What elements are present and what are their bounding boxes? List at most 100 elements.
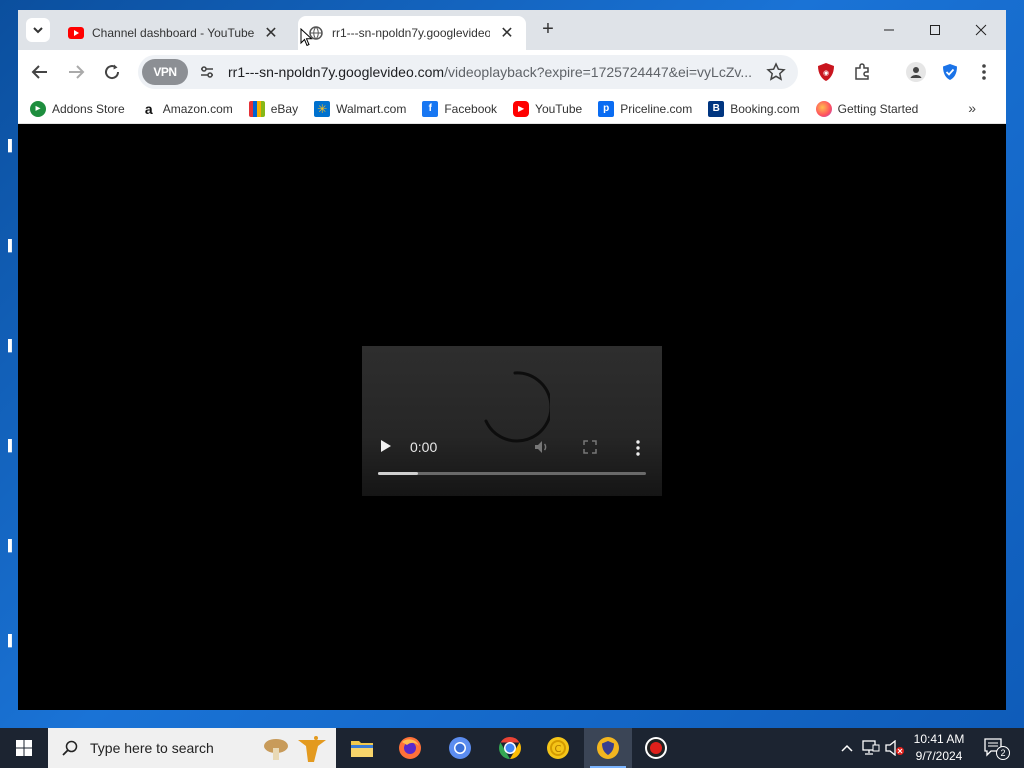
tab-youtube-studio[interactable]: Channel dashboard - YouTube Studio ✕ <box>58 16 290 50</box>
url-text[interactable]: rr1---sn-npoldn7y.googlevideo.com/videop… <box>228 64 758 80</box>
desktop-icon-fragment: ▌ <box>8 540 16 552</box>
url-host: rr1---sn-npoldn7y.googlevideo.com <box>228 64 445 80</box>
bookmark-getting-started[interactable]: Getting Started <box>815 100 918 117</box>
more-bookmarks-chevron-icon[interactable]: » <box>968 100 976 116</box>
bookmark-star-icon[interactable] <box>766 62 786 82</box>
vpn-label: VPN <box>153 65 177 79</box>
bookmark-youtube[interactable]: ▶ YouTube <box>513 100 582 117</box>
new-tab-button[interactable]: + <box>538 19 558 40</box>
maximize-icon <box>930 25 940 35</box>
address-bar[interactable]: VPN rr1---sn-npoldn7y.googlevideo.com/vi… <box>138 55 798 89</box>
chromium-icon <box>449 737 471 759</box>
kebab-menu-icon[interactable] <box>970 58 998 86</box>
shield-extension-icon[interactable] <box>936 58 964 86</box>
amazon-icon: a <box>144 100 153 117</box>
coin-icon: C <box>547 737 569 759</box>
taskbar-chrome[interactable] <box>486 728 534 768</box>
desktop-icon-fragment: ▌ <box>8 635 16 647</box>
minimize-button[interactable] <box>866 16 912 44</box>
bookmark-label: Addons Store <box>52 101 125 116</box>
site-settings-icon[interactable] <box>196 61 218 83</box>
notification-count-badge: 2 <box>996 746 1010 760</box>
firefox-icon <box>815 100 832 117</box>
vpn-toggle[interactable]: VPN <box>142 59 188 85</box>
desktop-icon-fragment: ▌ <box>8 140 16 152</box>
mouse-cursor-icon <box>300 28 313 47</box>
tab-strip: Channel dashboard - YouTube Studio ✕ rr1… <box>18 10 1006 50</box>
maximize-button[interactable] <box>912 16 958 44</box>
desktop-icon-fragment: ▌ <box>8 440 16 452</box>
bookmarks-bar: ▸ Addons Store a Amazon.com eBay ✳ Walma… <box>18 94 1006 124</box>
bookmark-priceline[interactable]: p Priceline.com <box>598 100 693 117</box>
close-icon <box>975 24 987 36</box>
back-button[interactable] <box>26 58 54 86</box>
fullscreen-button[interactable] <box>583 440 597 457</box>
bookmark-booking[interactable]: B Booking.com <box>708 100 800 117</box>
bookmark-label: Amazon.com <box>162 101 233 116</box>
svg-text:◉: ◉ <box>823 69 829 77</box>
network-icon[interactable] <box>860 728 882 768</box>
bookmark-ebay[interactable]: eBay <box>248 100 298 117</box>
ublock-extension-icon[interactable]: ◉ <box>812 58 840 86</box>
close-icon[interactable]: ✕ <box>498 24 516 42</box>
taskbar-record-app[interactable] <box>632 728 680 768</box>
windows-logo-icon <box>16 740 32 756</box>
notification-center-button[interactable]: 2 <box>980 728 1010 768</box>
minimize-icon <box>884 29 894 31</box>
browser-window: Channel dashboard - YouTube Studio ✕ rr1… <box>18 10 1006 710</box>
bookmark-addons-store[interactable]: ▸ Addons Store <box>30 100 125 117</box>
profile-avatar-icon[interactable] <box>902 58 930 86</box>
url-path: /videoplayback?expire=1725724447&ei=vyLc… <box>444 64 753 80</box>
youtube-icon: ▶ <box>513 100 530 117</box>
forward-button[interactable] <box>62 58 90 86</box>
taskbar-file-explorer[interactable] <box>338 728 386 768</box>
bookmark-label: Priceline.com <box>620 101 693 116</box>
extensions-puzzle-icon[interactable] <box>848 58 876 86</box>
arrow-left-icon <box>31 65 47 79</box>
volume-icon <box>535 441 547 453</box>
booking-icon: B <box>708 100 725 117</box>
walmart-icon: ✳ <box>314 100 331 117</box>
show-hidden-icons-chevron-icon[interactable] <box>836 728 858 768</box>
record-icon <box>645 737 667 759</box>
taskbar-clock[interactable]: 10:41 AM 9/7/2024 <box>904 731 974 765</box>
volume-muted-icon[interactable] <box>884 728 906 768</box>
taskbar-firefox[interactable] <box>386 728 434 768</box>
youtube-icon <box>68 25 84 41</box>
page-content: 0:00 <box>18 130 1006 710</box>
volume-button[interactable] <box>534 440 550 457</box>
tab-videoplayback[interactable]: rr1---sn-npoldn7y.googlevideo.com/videop… <box>298 16 526 50</box>
close-window-button[interactable] <box>958 16 1004 44</box>
bookmark-label: Facebook <box>444 101 498 116</box>
fullscreen-icon <box>583 440 597 454</box>
browser-toolbar: VPN rr1---sn-npoldn7y.googlevideo.com/vi… <box>18 50 1006 94</box>
firefox-icon <box>399 737 421 759</box>
addons-store-icon: ▸ <box>30 100 46 117</box>
facebook-icon: f <box>422 100 439 117</box>
taskbar-chromium[interactable] <box>436 728 484 768</box>
taskbar-coin-app[interactable]: C <box>534 728 582 768</box>
taskbar-search-box[interactable]: Type here to search <box>48 728 336 768</box>
chevron-down-icon <box>33 27 43 34</box>
video-options-button[interactable] <box>636 440 640 459</box>
taskbar-vpn-shield-app[interactable] <box>584 728 632 768</box>
video-progress-bar[interactable] <box>378 472 646 475</box>
reload-icon <box>105 64 120 80</box>
tab-search-button[interactable] <box>26 18 50 42</box>
desktop-icon-fragment: ▌ <box>8 340 16 352</box>
reload-button[interactable] <box>98 58 126 86</box>
bookmark-amazon[interactable]: a Amazon.com <box>141 101 233 117</box>
search-icon <box>62 740 78 756</box>
bookmark-facebook[interactable]: f Facebook <box>422 100 498 117</box>
video-player[interactable]: 0:00 <box>362 346 662 496</box>
chrome-icon <box>499 737 521 759</box>
start-button[interactable] <box>0 728 48 768</box>
bookmark-walmart[interactable]: ✳ Walmart.com <box>314 100 406 117</box>
progress-played <box>378 472 419 475</box>
desktop-icon-fragment: ▌ <box>8 240 16 252</box>
folder-icon <box>351 741 373 757</box>
arrow-right-icon <box>69 65 85 79</box>
clock-time: 10:41 AM <box>913 732 965 746</box>
close-icon[interactable]: ✕ <box>262 24 280 42</box>
play-button[interactable] <box>380 439 392 456</box>
